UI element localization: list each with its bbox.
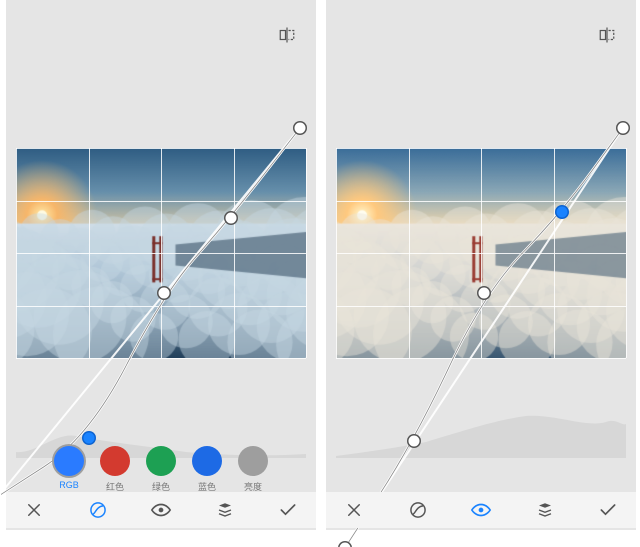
editor-panel-left: RGB 红色绿色蓝色亮度	[6, 0, 316, 530]
bottom-toolbar	[326, 492, 636, 528]
curve-point[interactable]	[225, 212, 236, 223]
curve-point[interactable]	[295, 122, 306, 133]
curves-button[interactable]	[406, 498, 430, 522]
stack-button[interactable]	[533, 498, 557, 522]
curves-icon	[88, 500, 108, 520]
channel-blue[interactable]: 蓝色	[192, 446, 222, 493]
channel-label: RGB	[59, 480, 79, 490]
photo-preview[interactable]	[16, 148, 306, 358]
eye-button[interactable]	[149, 498, 173, 522]
channel-swatch-icon	[238, 446, 268, 476]
curve-point[interactable]	[618, 122, 629, 133]
channel-luma[interactable]: 亮度	[238, 446, 268, 493]
curve-point[interactable]	[409, 435, 420, 446]
stack-icon	[216, 501, 234, 519]
photo-preview[interactable]	[336, 148, 626, 358]
curve-point[interactable]	[478, 288, 489, 299]
histogram	[336, 402, 626, 458]
compare-icon[interactable]	[598, 26, 616, 44]
curves-button[interactable]	[86, 498, 110, 522]
channel-red[interactable]: 红色	[100, 446, 130, 493]
apply-button[interactable]	[276, 498, 300, 522]
curve-point[interactable]	[557, 206, 568, 217]
curve-point[interactable]	[158, 288, 169, 299]
channel-swatch-icon	[54, 446, 84, 476]
curves-icon	[408, 500, 428, 520]
cancel-button[interactable]	[342, 498, 366, 522]
stack-button[interactable]	[213, 498, 237, 522]
stack-icon	[536, 501, 554, 519]
compare-icon[interactable]	[278, 26, 296, 44]
channel-selector: RGB 红色绿色蓝色亮度	[6, 446, 316, 498]
curve-point[interactable]	[339, 543, 350, 547]
apply-button[interactable]	[596, 498, 620, 522]
x-icon	[345, 501, 363, 519]
x-icon	[25, 501, 43, 519]
check-icon	[278, 500, 298, 520]
curve-point[interactable]	[83, 433, 94, 444]
eye-button[interactable]	[469, 498, 493, 522]
channel-swatch-icon	[146, 446, 176, 476]
check-icon	[598, 500, 618, 520]
cancel-button[interactable]	[22, 498, 46, 522]
channel-swatch-icon	[192, 446, 222, 476]
eye-icon	[150, 499, 172, 521]
editor-panel-right	[326, 0, 636, 530]
eye-icon	[470, 499, 492, 521]
channel-swatch-icon	[100, 446, 130, 476]
channel-green[interactable]: 绿色	[146, 446, 176, 493]
bottom-toolbar	[6, 492, 316, 528]
channel-rgb[interactable]: RGB	[54, 446, 84, 490]
